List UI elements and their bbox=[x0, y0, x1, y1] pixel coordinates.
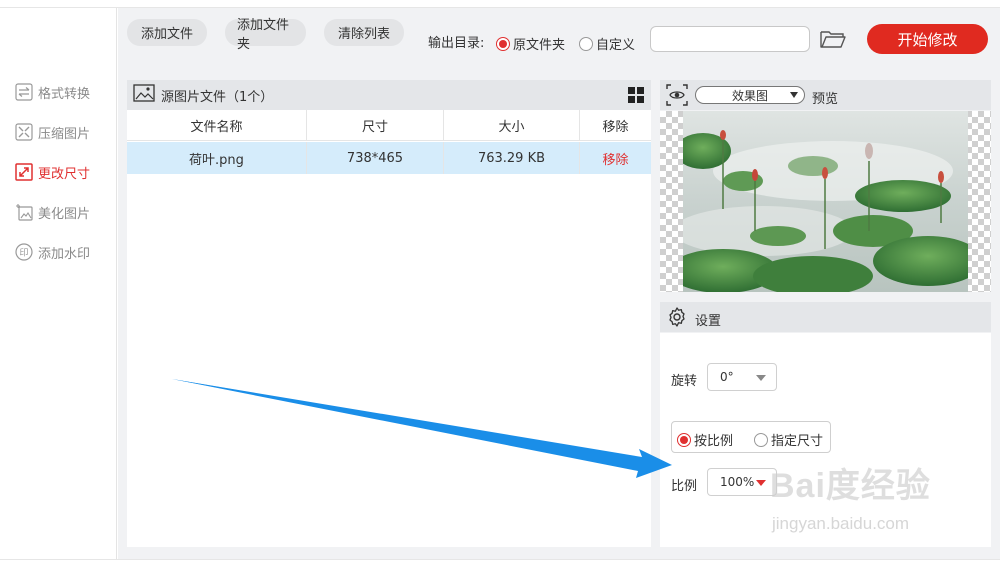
start-modify-button[interactable]: 开始修改 bbox=[867, 24, 988, 54]
image-icon bbox=[133, 84, 155, 106]
preview-mode-value: 效果图 bbox=[731, 88, 768, 103]
sidebar-item-resize[interactable]: 更改尺寸 bbox=[14, 161, 90, 183]
column-header-remove: 移除 bbox=[602, 119, 629, 135]
radio-label: 指定尺寸 bbox=[771, 434, 824, 449]
chevron-down-icon bbox=[756, 480, 766, 486]
seal-icon: 印 bbox=[14, 242, 34, 262]
folder-open-icon[interactable] bbox=[819, 29, 847, 49]
chevron-down-icon bbox=[790, 92, 798, 98]
app-window: 格式转换 压缩图片 更改尺寸 美化图片 印 添加水印 添加文件 添加文件夹 清除… bbox=[0, 0, 1000, 563]
add-folder-button[interactable]: 添加文件夹 bbox=[225, 18, 306, 52]
add-file-button[interactable]: 添加文件 bbox=[127, 19, 207, 46]
output-path-input[interactable] bbox=[650, 26, 810, 52]
settings-title: 设置 bbox=[695, 314, 722, 329]
table-row[interactable]: 荷叶.png 738*465 763.29 KB 移除 bbox=[127, 142, 651, 174]
preview-mode-select[interactable]: 效果图 bbox=[695, 86, 805, 104]
file-panel-header: 源图片文件（1个） bbox=[127, 80, 651, 110]
sidebar-item-label: 美化图片 bbox=[38, 206, 91, 222]
swap-arrows-icon bbox=[14, 82, 34, 102]
ratio-dropdown[interactable]: 100% bbox=[707, 468, 777, 496]
radio-dot bbox=[754, 432, 768, 447]
preview-header: 效果图 预览 bbox=[660, 80, 991, 110]
resize-mode-group: 按比例 指定尺寸 bbox=[671, 421, 831, 453]
sidebar-item-compress[interactable]: 压缩图片 bbox=[14, 121, 90, 143]
sidebar-item-watermark[interactable]: 印 添加水印 bbox=[14, 241, 90, 263]
radio-label: 原文件夹 bbox=[513, 38, 566, 53]
cell-file-name: 荷叶.png bbox=[127, 142, 307, 174]
svg-text:印: 印 bbox=[19, 247, 28, 259]
chevron-down-icon bbox=[756, 375, 766, 381]
radio-custom-folder[interactable]: 自定义 bbox=[579, 34, 635, 53]
compress-icon bbox=[14, 122, 34, 142]
remove-link[interactable]: 移除 bbox=[580, 142, 651, 174]
sidebar-item-label: 压缩图片 bbox=[38, 126, 91, 142]
column-header-dimensions: 尺寸 bbox=[307, 110, 444, 140]
output-dir-label: 输出目录: bbox=[428, 36, 485, 51]
rotate-dropdown[interactable]: 0° bbox=[707, 363, 777, 391]
table-header: 文件名称 尺寸 大小 移除 bbox=[127, 110, 651, 141]
radio-dot bbox=[496, 36, 510, 51]
settings-header: 设置 bbox=[660, 302, 991, 332]
ratio-value: 100% bbox=[720, 475, 755, 489]
preview-image bbox=[660, 111, 991, 292]
resize-icon bbox=[14, 162, 34, 182]
cell-dimensions: 738*465 bbox=[307, 142, 444, 174]
file-panel-title: 源图片文件（1个） bbox=[161, 89, 274, 105]
sidebar-item-label: 添加水印 bbox=[38, 246, 91, 262]
cell-file-size: 763.29 KB bbox=[444, 142, 580, 174]
radio-by-size[interactable]: 指定尺寸 bbox=[754, 430, 823, 449]
clear-list-button[interactable]: 清除列表 bbox=[324, 19, 404, 46]
bottom-divider bbox=[0, 559, 1000, 560]
eye-icon bbox=[666, 84, 688, 106]
radio-dot bbox=[677, 432, 691, 447]
rotate-value: 0° bbox=[720, 370, 734, 384]
sidebar-item-format-convert[interactable]: 格式转换 bbox=[14, 81, 90, 103]
sidebar-item-label: 格式转换 bbox=[38, 86, 91, 102]
grid-view-icon[interactable] bbox=[628, 87, 644, 103]
lotus-preview-picture bbox=[683, 111, 968, 292]
column-header-size: 大小 bbox=[444, 110, 580, 140]
sparkle-image-icon bbox=[14, 202, 34, 222]
radio-dot bbox=[579, 36, 593, 51]
file-list-panel: 源图片文件（1个） 文件名称 尺寸 大小 移除 荷叶.png 738*465 7… bbox=[127, 80, 651, 547]
radio-label: 按比例 bbox=[694, 434, 734, 449]
sidebar-item-label: 更改尺寸 bbox=[38, 166, 91, 182]
sidebar-item-beautify[interactable]: 美化图片 bbox=[14, 201, 90, 223]
sidebar: 格式转换 压缩图片 更改尺寸 美化图片 印 添加水印 bbox=[0, 8, 117, 559]
gear-icon bbox=[667, 307, 687, 327]
preview-label: 预览 bbox=[812, 92, 839, 107]
column-header-name: 文件名称 bbox=[127, 110, 307, 140]
ratio-label: 比例 bbox=[671, 479, 698, 494]
radio-label: 自定义 bbox=[596, 38, 636, 53]
rotate-label: 旋转 bbox=[671, 374, 698, 389]
radio-original-folder[interactable]: 原文件夹 bbox=[496, 34, 565, 53]
radio-by-ratio[interactable]: 按比例 bbox=[677, 430, 733, 449]
